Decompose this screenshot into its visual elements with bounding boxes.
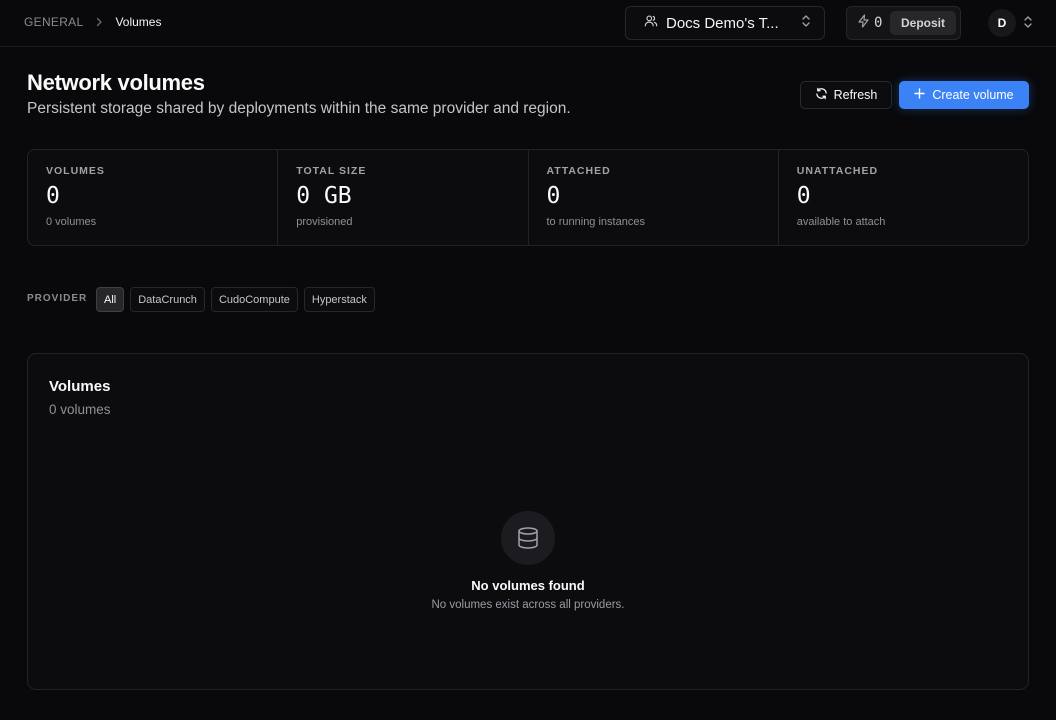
create-volume-button[interactable]: Create volume (899, 81, 1029, 109)
stat-key: VOLUMES (46, 165, 105, 177)
breadcrumb: GENERAL Volumes (24, 15, 161, 29)
credits-value: 0 (874, 15, 883, 31)
avatar[interactable]: D (988, 9, 1016, 37)
refresh-icon (815, 87, 828, 103)
provider-chip-datacrunch[interactable]: DataCrunch (130, 287, 205, 312)
volumes-panel: Volumes 0 volumes No volumes found No vo… (27, 353, 1029, 690)
credits-widget: 0 Deposit (846, 6, 961, 40)
breadcrumb-section[interactable]: GENERAL (24, 15, 83, 29)
stat-desc: to running instances (546, 216, 645, 228)
empty-state-desc: No volumes exist across all providers. (431, 599, 625, 611)
stat-total-size: TOTAL SIZE 0 GB provisioned (278, 150, 529, 245)
lightning-icon (857, 13, 870, 33)
volumes-count: 0 volumes (49, 402, 111, 417)
refresh-button[interactable]: Refresh (800, 81, 892, 109)
users-icon (644, 14, 658, 33)
team-name: Docs Demo's T... (666, 14, 779, 32)
chevron-right-icon (93, 16, 105, 28)
refresh-label: Refresh (833, 88, 878, 102)
provider-filter: All DataCrunch CudoCompute Hyperstack (96, 287, 375, 312)
stat-attached: ATTACHED 0 to running instances (529, 150, 779, 245)
chevrons-up-down-icon[interactable] (1022, 15, 1034, 34)
page-subtitle: Persistent storage shared by deployments… (27, 100, 571, 117)
stat-value: 0 (546, 183, 561, 209)
stat-unattached: UNATTACHED 0 available to attach (779, 150, 1028, 245)
stat-desc: 0 volumes (46, 216, 97, 228)
provider-chip-hyperstack[interactable]: Hyperstack (303, 287, 375, 312)
stat-value: 0 (796, 183, 811, 209)
provider-chip-all[interactable]: All (96, 287, 125, 312)
team-switcher[interactable]: Docs Demo's T... (625, 6, 825, 40)
stat-value: 0 (46, 183, 60, 209)
stat-desc: available to attach (796, 216, 886, 228)
stat-key: ATTACHED (546, 165, 611, 177)
stat-volumes: VOLUMES 0 0 volumes (28, 150, 279, 245)
top-bar: GENERAL Volumes Docs Demo's T... 0 Depos… (0, 0, 1056, 47)
stats-panel: VOLUMES 0 0 volumes TOTAL SIZE 0 GB prov… (27, 149, 1029, 246)
stat-value: 0 GB (296, 183, 352, 209)
stat-key: UNATTACHED (796, 165, 879, 177)
volumes-panel-title: Volumes (49, 378, 111, 395)
stat-desc: provisioned (296, 216, 353, 228)
stat-key: TOTAL SIZE (296, 165, 367, 177)
create-volume-label: Create volume (932, 88, 1014, 102)
plus-icon (914, 88, 926, 102)
provider-chip-cudocompute[interactable]: CudoCompute (210, 287, 298, 312)
chevrons-up-down-icon (800, 14, 812, 33)
breadcrumb-current: Volumes (115, 15, 162, 29)
provider-filter-label: PROVIDER (27, 293, 88, 304)
page-title: Network volumes (27, 70, 205, 95)
empty-state-title: No volumes found (471, 578, 585, 593)
database-icon (501, 511, 555, 565)
deposit-button[interactable]: Deposit (889, 11, 956, 35)
